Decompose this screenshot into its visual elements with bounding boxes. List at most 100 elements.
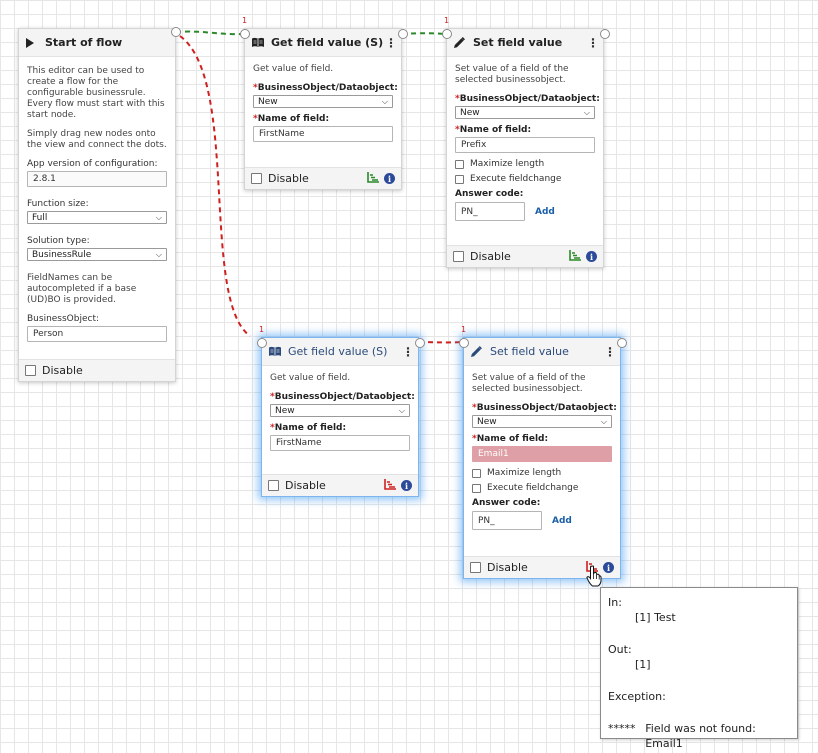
disable-checkbox[interactable]: [25, 365, 36, 376]
bo-select-value: New: [477, 416, 497, 427]
output-port[interactable]: [600, 29, 610, 39]
field-name-label-text: Name of field:: [459, 125, 532, 135]
maximize-length-checkbox[interactable]: [472, 468, 481, 478]
business-object-input[interactable]: Person: [27, 326, 167, 342]
tooltip-in-value: [1] Test: [635, 611, 676, 624]
input-port-count: 1: [444, 16, 450, 25]
set-field-node-2[interactable]: Set field value ⋮ Set value of a field o…: [459, 325, 627, 579]
disable-checkbox[interactable]: [470, 562, 481, 573]
set-field-node-1[interactable]: Set field value ⋮ Set value of a field o…: [442, 16, 610, 268]
execute-fieldchange-checkbox[interactable]: [455, 174, 464, 184]
input-port[interactable]: [257, 338, 267, 348]
maximize-length-option[interactable]: Maximize length: [455, 159, 595, 169]
get-field-node-2[interactable]: Get field value (S) ⋮ Get value of field…: [257, 325, 425, 497]
add-answer-button[interactable]: Add: [535, 207, 555, 217]
answer-code-input[interactable]: PN_: [472, 511, 542, 530]
get-field-node-2-description: Get value of field.: [270, 373, 351, 383]
disable-checkbox[interactable]: [251, 173, 262, 184]
kebab-menu-icon[interactable]: ⋮: [385, 37, 397, 49]
field-name-input-error[interactable]: Email1: [472, 446, 612, 462]
disable-checkbox[interactable]: [268, 480, 279, 491]
solution-type-label: Solution type:: [27, 236, 90, 246]
disable-label: Disable: [268, 172, 309, 185]
execute-fieldchange-checkbox[interactable]: [472, 483, 481, 493]
disable-label: Disable: [487, 561, 528, 574]
info-icon[interactable]: i: [603, 562, 614, 573]
bo-select[interactable]: New ⌵: [253, 95, 393, 108]
field-name-input[interactable]: FirstName: [253, 126, 393, 142]
field-name-input[interactable]: Prefix: [455, 137, 595, 153]
tooltip-exception-message: Field was not found: Email1: [645, 722, 756, 750]
hand-cursor-icon: [586, 565, 602, 587]
maximize-length-option[interactable]: Maximize length: [472, 468, 612, 478]
field-name-label: *Name of field:: [455, 125, 595, 135]
function-size-select[interactable]: Full ⌵: [27, 211, 167, 224]
output-port[interactable]: [617, 338, 627, 348]
get-field-node-2-header[interactable]: Get field value (S) ⋮: [262, 338, 418, 366]
chevron-down-icon: ⌵: [398, 405, 405, 415]
trace-success-icon[interactable]: [569, 249, 582, 264]
start-node-header[interactable]: Start of flow: [19, 29, 175, 57]
kebab-menu-icon[interactable]: ⋮: [402, 346, 414, 358]
chevron-down-icon: ⌵: [583, 107, 590, 117]
trace-error-icon[interactable]: [384, 478, 397, 493]
answer-code-input[interactable]: PN_: [455, 202, 525, 221]
input-port-count: 1: [461, 325, 467, 334]
chevron-down-icon: ⌵: [600, 416, 607, 426]
app-version-field[interactable]: 2.8.1: [27, 171, 167, 187]
execute-fieldchange-option[interactable]: Execute fieldchange: [472, 483, 612, 493]
bo-label-text: BusinessObject/Dataobject:: [257, 83, 398, 93]
info-icon[interactable]: i: [384, 173, 395, 184]
kebab-menu-icon[interactable]: ⋮: [587, 37, 599, 49]
kebab-menu-icon[interactable]: ⋮: [604, 346, 616, 358]
disable-checkbox[interactable]: [453, 251, 464, 262]
bo-select[interactable]: New ⌵: [270, 404, 410, 417]
get-field-node-1-footer: Disable i: [245, 167, 401, 189]
get-field-node-1-description: Get value of field.: [253, 64, 334, 74]
maximize-length-checkbox[interactable]: [455, 159, 464, 169]
bo-label: *BusinessObject/Dataobject:: [253, 83, 398, 93]
output-port[interactable]: [398, 29, 408, 39]
tooltip-exception-marker: *****: [608, 722, 636, 735]
trace-success-icon[interactable]: [367, 171, 380, 186]
input-port[interactable]: [442, 29, 452, 39]
pencil-icon: [453, 36, 467, 50]
field-name-label-text: Name of field:: [476, 434, 549, 444]
pencil-icon: [470, 345, 484, 359]
start-node-footer: Disable: [19, 359, 175, 381]
field-name-input[interactable]: FirstName: [270, 435, 410, 451]
bo-select-value: New: [275, 405, 295, 416]
answer-code-label: Answer code:: [472, 498, 541, 508]
set-field-node-1-title: Set field value: [473, 36, 563, 49]
info-icon[interactable]: i: [586, 251, 597, 262]
bo-label: *BusinessObject/Dataobject:: [472, 403, 617, 413]
input-port-count: 1: [259, 325, 265, 334]
info-icon[interactable]: i: [401, 480, 412, 491]
tooltip-out-label: Out:: [608, 643, 632, 656]
play-icon: [25, 36, 39, 50]
output-port[interactable]: [171, 27, 181, 37]
disable-label: Disable: [285, 479, 326, 492]
set-field-node-2-header[interactable]: Set field value ⋮: [464, 338, 620, 366]
solution-type-select[interactable]: BusinessRule ⌵: [27, 248, 167, 261]
execute-fieldchange-label: Execute fieldchange: [470, 174, 562, 184]
set-field-node-2-description: Set value of a field of the selected bus…: [472, 373, 586, 394]
start-node[interactable]: Start of flow This editor can be used to…: [18, 27, 181, 382]
solution-type-value: BusinessRule: [32, 249, 92, 260]
execute-fieldchange-option[interactable]: Execute fieldchange: [455, 174, 595, 184]
set-field-node-2-title: Set field value: [490, 345, 569, 358]
answer-code-label: Answer code:: [455, 189, 524, 199]
set-field-node-1-header[interactable]: Set field value ⋮: [447, 29, 603, 57]
function-size-label: Function size:: [27, 199, 89, 209]
get-field-node-2-title: Get field value (S): [288, 345, 388, 358]
tooltip-out-value: [1]: [635, 658, 651, 671]
get-field-node-1[interactable]: Get field value (S) ⋮ Get value of field…: [240, 16, 408, 190]
bo-select[interactable]: New ⌵: [455, 106, 595, 119]
output-port[interactable]: [415, 338, 425, 348]
bo-select[interactable]: New ⌵: [472, 415, 612, 428]
input-port[interactable]: [240, 29, 250, 39]
bo-label-text: BusinessObject/Dataobject:: [274, 392, 415, 402]
get-field-node-1-header[interactable]: Get field value (S) ⋮: [245, 29, 401, 57]
add-answer-button[interactable]: Add: [552, 516, 572, 526]
input-port[interactable]: [459, 338, 469, 348]
